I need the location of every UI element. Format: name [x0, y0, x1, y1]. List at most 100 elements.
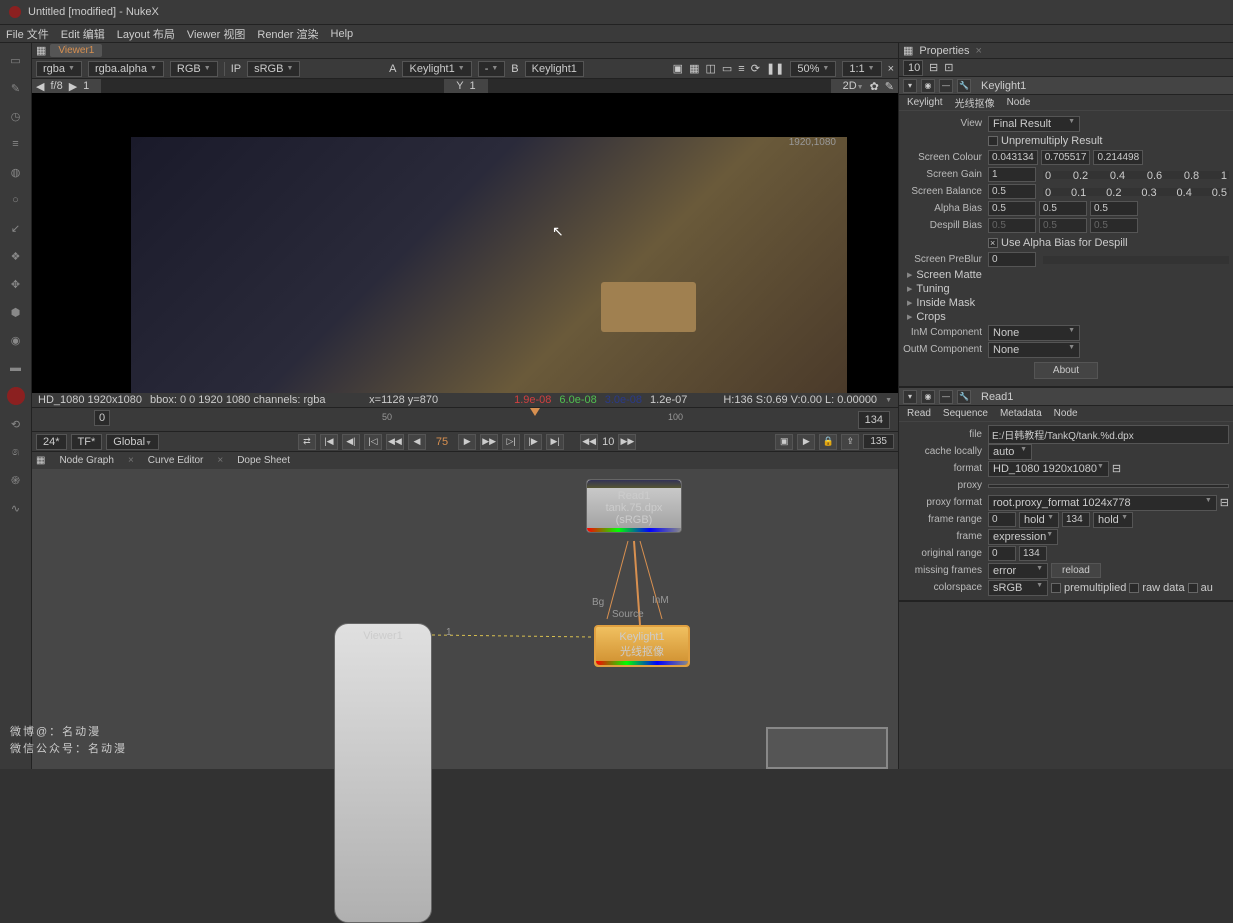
swirl-icon[interactable]: ෧: [7, 443, 25, 461]
pane-handle-icon[interactable]: ▦: [36, 44, 46, 57]
view-select[interactable]: Final Result▼: [988, 116, 1080, 132]
format-reset-icon[interactable]: ⊟: [1112, 462, 1121, 475]
edit-icon[interactable]: ✎: [885, 80, 894, 93]
lines-icon[interactable]: ≡: [738, 63, 744, 75]
proxyformat-select[interactable]: root.proxy_format 1024x778▼: [988, 495, 1217, 511]
properties-tab[interactable]: Properties: [919, 45, 969, 57]
frame-start[interactable]: 0: [94, 412, 110, 424]
proxy-icon[interactable]: ▦: [689, 62, 699, 75]
viewer-canvas[interactable]: 1920,1080 ↖: [32, 93, 898, 393]
lock-icon[interactable]: ✿: [870, 80, 879, 93]
layers-icon[interactable]: ❖: [7, 247, 25, 265]
timeline[interactable]: 0 50 100 134 134: [32, 407, 898, 431]
gamma-ruler[interactable]: [488, 79, 831, 93]
step-fwd-icon[interactable]: ▶▶: [480, 434, 498, 450]
menu-help[interactable]: Help: [331, 28, 354, 40]
menu-render[interactable]: Render 渲染: [257, 26, 318, 42]
pause-icon[interactable]: ❚❚: [766, 62, 784, 75]
current-frame[interactable]: 75: [430, 436, 454, 448]
a-node-select[interactable]: Keylight1▼: [402, 61, 471, 77]
roi-icon[interactable]: ▣: [673, 62, 683, 75]
step-back-icon[interactable]: ◀◀: [386, 434, 404, 450]
sc-g[interactable]: 0.705517: [1041, 150, 1091, 165]
move-icon[interactable]: ✥: [7, 275, 25, 293]
in-icon[interactable]: ▣: [775, 434, 793, 450]
out-icon[interactable]: ▶: [797, 434, 815, 450]
next-frame-icon[interactable]: ▷|: [502, 434, 520, 450]
alpha-select[interactable]: rgba.alpha▼: [88, 61, 164, 77]
node-viewer[interactable]: Viewer1: [334, 623, 432, 923]
au-checkbox[interactable]: [1188, 583, 1198, 593]
end-frame[interactable]: 135: [863, 434, 894, 449]
preblur-input[interactable]: 0: [988, 252, 1036, 267]
subtab-node2[interactable]: Node: [1054, 408, 1078, 419]
frame-select[interactable]: expression▼: [988, 529, 1058, 545]
prev-frame-icon[interactable]: |◁: [364, 434, 382, 450]
disable-icon[interactable]: —: [939, 79, 953, 93]
loop-icon[interactable]: ⇄: [298, 434, 316, 450]
eye-icon[interactable]: ◉: [7, 331, 25, 349]
collapse-icon[interactable]: ▾: [903, 79, 917, 93]
exp-inside[interactable]: ▶Inside Mask: [903, 296, 1229, 310]
gain-slider[interactable]: 00.20.40.60.81: [1043, 171, 1229, 179]
gamma-value[interactable]: 1: [83, 80, 89, 92]
next-key-icon[interactable]: |▶: [524, 434, 542, 450]
menu-viewer[interactable]: Viewer 视图: [187, 26, 245, 42]
pane-handle-icon[interactable]: ▦: [36, 455, 45, 466]
skip-value[interactable]: 10: [602, 436, 614, 448]
balance-input[interactable]: 0.5: [988, 184, 1036, 199]
b-node-select[interactable]: Keylight1: [525, 61, 584, 77]
fr-start[interactable]: 0: [988, 512, 1016, 527]
db1[interactable]: 0.5: [988, 218, 1036, 233]
menu-edit[interactable]: Edit 编辑: [61, 26, 105, 42]
nodegraph-canvas[interactable]: Read1 tank.75.dpx (sRGB) Bg Source InM 1…: [32, 469, 898, 769]
next-icon[interactable]: ▶: [69, 80, 77, 93]
stripe-icon[interactable]: ◫: [705, 62, 715, 75]
circle-icon[interactable]: ○: [7, 191, 25, 209]
outm-select[interactable]: None▼: [988, 342, 1080, 358]
fr-after[interactable]: hold▼: [1093, 512, 1133, 528]
subtab-read[interactable]: Read: [907, 408, 931, 419]
zoom-select[interactable]: 50%▼: [790, 61, 836, 77]
last-frame-icon[interactable]: ▶|: [546, 434, 564, 450]
lock-panel-icon[interactable]: ⊡: [944, 61, 953, 74]
subtab-keylight[interactable]: Keylight: [907, 97, 943, 108]
view-mode-select[interactable]: 2D▼: [843, 80, 864, 92]
rect-icon[interactable]: ▬: [7, 359, 25, 377]
about-button[interactable]: About: [1034, 362, 1098, 379]
exp-screenmatte[interactable]: ▶Screen Matte: [903, 268, 1229, 282]
list-icon[interactable]: ≡: [7, 135, 25, 153]
menu-file[interactable]: File 文件: [6, 26, 49, 42]
ab1[interactable]: 0.5: [988, 201, 1036, 216]
wipe-select[interactable]: -▼: [478, 61, 506, 77]
spiral-icon[interactable]: ֍: [7, 471, 25, 489]
subtab-node[interactable]: Node: [1007, 97, 1031, 108]
play-back-icon[interactable]: ◀: [408, 434, 426, 450]
db3[interactable]: 0.5: [1090, 218, 1138, 233]
colorspace-select[interactable]: sRGB▼: [247, 61, 300, 77]
node-keylight[interactable]: Keylight1 光线抠像: [594, 625, 690, 667]
refresh-icon[interactable]: ⟳: [751, 62, 760, 75]
frame-end[interactable]: 134: [858, 411, 890, 429]
playhead-icon[interactable]: [530, 408, 540, 416]
lock-icon[interactable]: 🔒: [819, 434, 837, 450]
ab3[interactable]: 0.5: [1090, 201, 1138, 216]
fr-before[interactable]: hold▼: [1019, 512, 1059, 528]
skip-back-icon[interactable]: ◀◀: [580, 434, 598, 450]
file-input[interactable]: E:/日韩教程/TankQ/tank.%d.dpx: [988, 425, 1229, 444]
exp-tuning[interactable]: ▶Tuning: [903, 282, 1229, 296]
scope-select[interactable]: Global▼: [106, 434, 159, 450]
read-node-name[interactable]: Read1: [981, 391, 1013, 403]
skip-fwd-icon[interactable]: ▶▶: [618, 434, 636, 450]
or-start[interactable]: 0: [988, 546, 1016, 561]
exposure-ruler[interactable]: [101, 79, 444, 93]
inm-select[interactable]: None▼: [988, 325, 1080, 341]
export-icon[interactable]: ⇪: [841, 434, 859, 450]
prev-key-icon[interactable]: ◀|: [342, 434, 360, 450]
prev-icon[interactable]: ◀: [36, 80, 44, 93]
proxy-input[interactable]: [988, 484, 1229, 488]
tool-icon[interactable]: ▭: [7, 51, 25, 69]
viewer-tab[interactable]: Viewer1: [50, 44, 102, 57]
collapse-icon[interactable]: ▾: [903, 390, 917, 404]
sc-r[interactable]: 0.043134: [988, 150, 1038, 165]
